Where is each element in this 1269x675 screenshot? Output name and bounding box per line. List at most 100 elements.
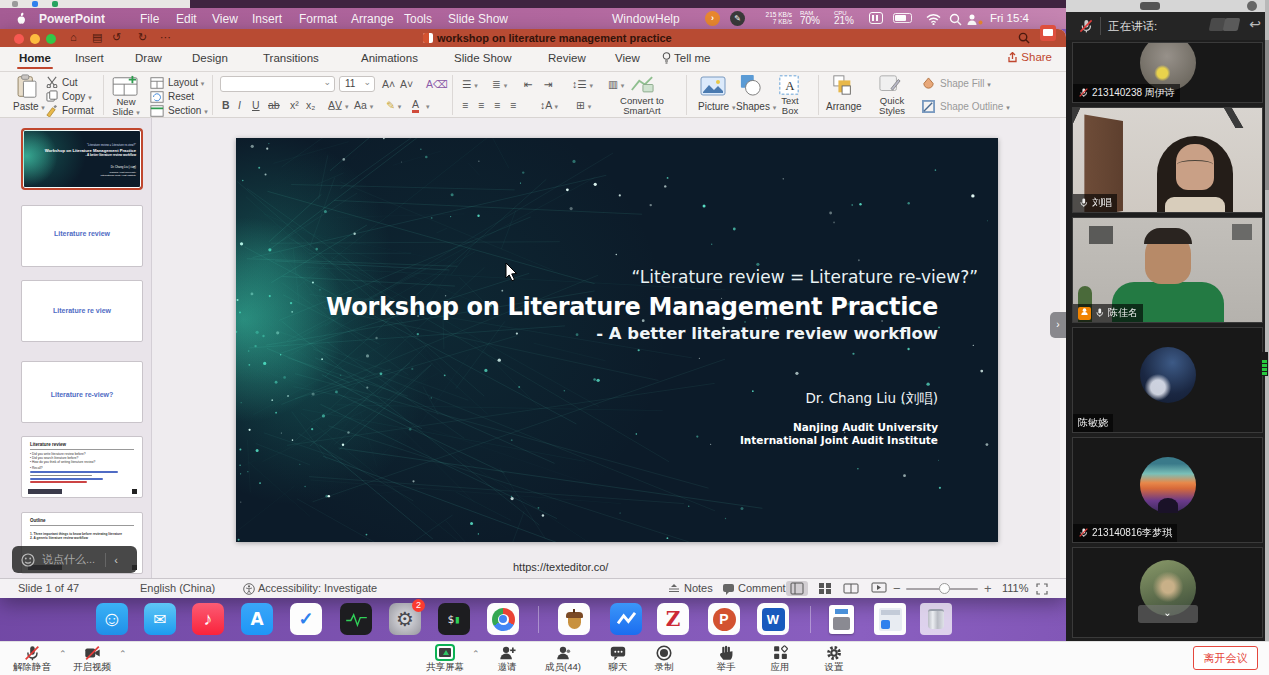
menu-view[interactable]: View <box>212 12 238 26</box>
reset-icon[interactable] <box>150 90 164 104</box>
dock-things-icon[interactable]: ✓ <box>290 603 322 635</box>
undo-icon[interactable]: ↺ <box>112 31 121 44</box>
menubar-clock[interactable]: Fri 15:4 <box>990 12 1029 24</box>
new-slide-icon[interactable] <box>112 75 140 97</box>
participant-tile-2[interactable]: 刘唱 <box>1072 107 1263 213</box>
slide-thumbnail-2[interactable]: Literature review <box>21 205 143 267</box>
menu-file[interactable]: File <box>140 12 159 26</box>
start-video-chevron-icon[interactable]: ⌃ <box>119 649 127 659</box>
copy-button[interactable]: Copy ▾ <box>62 91 92 102</box>
tab-transitions[interactable]: Transitions <box>263 52 319 64</box>
redo-icon[interactable]: ↻ <box>138 31 147 44</box>
dock-music-icon[interactable]: ♪ <box>192 603 224 635</box>
bold-button[interactable]: B <box>222 99 230 111</box>
language-indicator[interactable]: English (China) <box>140 582 215 594</box>
dock-nutstore-icon[interactable] <box>558 603 590 635</box>
settings-button[interactable]: 设置 <box>804 644 864 674</box>
section-button[interactable]: Section ▾ <box>168 105 208 116</box>
dock-activity-monitor-icon[interactable] <box>340 603 372 635</box>
shapes-button[interactable]: Shapes ▾ <box>736 101 776 112</box>
layout-icon-2[interactable] <box>1223 18 1241 31</box>
url-text[interactable]: https://texteditor.co/ <box>513 561 608 573</box>
superscript-button[interactable]: x² <box>290 99 299 111</box>
section-icon[interactable] <box>150 104 164 118</box>
menu-window[interactable]: Window <box>612 12 655 26</box>
underline-button[interactable]: U <box>252 99 260 111</box>
menu-slide-show[interactable]: Slide Show <box>448 12 508 26</box>
zoom-slider-knob[interactable] <box>939 583 950 594</box>
subscript-button[interactable]: x₂ <box>306 99 315 111</box>
participant-tile-5[interactable]: 213140816李梦琪 <box>1072 437 1263 543</box>
zoom-window-button[interactable] <box>46 34 56 44</box>
menu-help[interactable]: Help <box>655 12 680 26</box>
normal-view-button[interactable] <box>786 581 808 596</box>
cpu-indicator[interactable]: CPU21% <box>834 10 854 26</box>
tab-animations[interactable]: Animations <box>361 52 418 64</box>
cut-icon[interactable] <box>46 76 58 88</box>
tab-review[interactable]: Review <box>548 52 586 64</box>
change-case-button[interactable]: Aa ▾ <box>354 99 373 111</box>
zoom-in-button[interactable]: + <box>984 581 992 596</box>
slide-org-line2[interactable]: International Joint Audit Institute <box>740 434 938 446</box>
back-arrow-icon[interactable]: ↩ <box>1249 16 1261 32</box>
picture-button[interactable]: Picture ▾ <box>698 101 735 112</box>
text-direction-button[interactable]: ↕A ▾ <box>540 99 558 111</box>
align-center-button[interactable]: ≡ <box>478 99 484 111</box>
search-icon[interactable] <box>949 13 962 26</box>
strikethrough-button[interactable]: ab <box>268 99 280 111</box>
character-spacing-button[interactable]: A̲V̲ ▾ <box>328 99 348 111</box>
tab-design[interactable]: Design <box>192 52 228 64</box>
net-speed[interactable]: 215 KB/s7 KB/s <box>756 11 792 25</box>
menu-app-name[interactable]: PowerPoint <box>39 12 105 26</box>
numbering-button[interactable]: ≣ ▾ <box>492 78 507 90</box>
decrease-indent-button[interactable]: ⇤ <box>524 78 533 90</box>
italic-button[interactable]: I <box>238 99 241 111</box>
shape-outline-icon[interactable] <box>922 100 935 113</box>
tab-home[interactable]: Home <box>19 52 51 64</box>
titlebar-search-icon[interactable] <box>1018 32 1030 44</box>
dock-word-icon[interactable]: W <box>757 603 789 635</box>
accessibility-status[interactable]: Accessibility: Investigate <box>258 582 377 594</box>
dock-settings-icon[interactable]: ⚙2 <box>389 603 421 635</box>
raise-hand-button[interactable]: 举手 <box>696 644 756 674</box>
dock-zotero-icon[interactable]: Z <box>657 603 689 635</box>
tab-view[interactable]: View <box>615 52 640 64</box>
cut-button[interactable]: Cut <box>62 77 78 88</box>
emoji-icon[interactable] <box>21 553 35 567</box>
ram-indicator[interactable]: RAM70% <box>800 10 820 26</box>
tab-insert[interactable]: Insert <box>75 52 104 64</box>
slide-thumbnail-1[interactable]: “Literature review = Literature re-view?… <box>21 128 143 190</box>
slide-sorter-view-button[interactable] <box>814 581 836 596</box>
convert-smartart-button[interactable]: Convert toSmartArt <box>612 96 672 116</box>
quick-styles-icon[interactable] <box>878 74 902 96</box>
home-icon[interactable]: ⌂ <box>70 31 77 43</box>
chat-input-overlay[interactable]: 说点什么... ‹ <box>12 546 137 573</box>
participant-tile-1[interactable]: 213140238 周伊诗 <box>1072 42 1263 103</box>
highlight-button[interactable]: ✎ ▾ <box>386 99 401 111</box>
keypad-icon[interactable] <box>869 12 883 24</box>
menu-format[interactable]: Format <box>299 12 337 26</box>
fit-slide-icon[interactable] <box>1036 583 1048 595</box>
dock-voov-meeting-icon[interactable] <box>610 603 642 635</box>
reset-button[interactable]: Reset <box>168 91 194 102</box>
comments-button[interactable]: Comments <box>738 582 791 594</box>
share-button[interactable]: Share <box>1007 51 1052 63</box>
align-right-button[interactable]: ≡ <box>494 99 500 111</box>
text-box-icon[interactable]: A <box>778 74 800 96</box>
sidebar-collapse-handle[interactable]: › <box>1050 312 1066 338</box>
members-button[interactable]: 成员(44) <box>533 644 593 674</box>
shape-fill-icon[interactable] <box>922 77 935 90</box>
tab-draw[interactable]: Draw <box>135 52 162 64</box>
invite-button[interactable]: 邀请 <box>477 644 537 674</box>
align-text-button[interactable]: ⊞ ▾ <box>576 99 591 111</box>
menu-arrange[interactable]: Arrange <box>351 12 394 26</box>
align-left-button[interactable]: ≡ <box>462 99 468 111</box>
unmute-button[interactable]: 解除静音 <box>2 644 62 674</box>
increase-indent-button[interactable]: ⇥ <box>544 78 553 90</box>
new-slide-button[interactable]: NewSlide ▾ <box>106 97 146 118</box>
increase-font-button[interactable]: A˄ <box>382 78 395 90</box>
paste-icon[interactable] <box>16 74 38 99</box>
format-painter-icon[interactable] <box>45 104 58 117</box>
clear-formatting-button[interactable]: A⌫ <box>426 78 448 90</box>
slide-subtitle-text[interactable]: - A better literature review workflow <box>596 324 938 343</box>
